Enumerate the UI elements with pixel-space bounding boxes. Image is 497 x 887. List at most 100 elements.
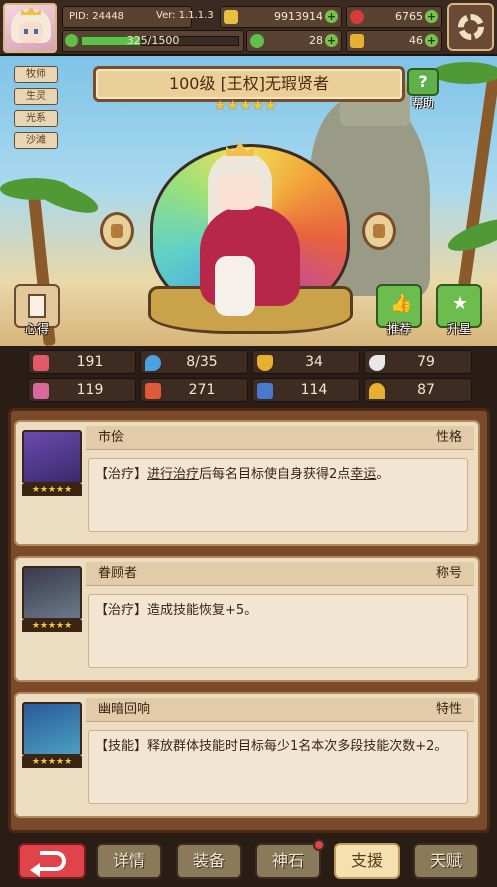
player-avatar[interactable] [3, 3, 57, 53]
star-up-label: 升星 [446, 322, 471, 336]
stat-mana: 8/35 [140, 350, 248, 374]
support-stars: ★★★★★ [22, 756, 82, 768]
stat-mana-value: 8/35 [186, 354, 218, 370]
desc-suffix: 。 [376, 467, 390, 482]
avatar-face [19, 21, 43, 43]
card-type: 特性 [435, 702, 462, 717]
thumbs-up-icon: 👍 [390, 293, 413, 314]
card-name: 幽暗回响 [98, 702, 151, 717]
hero-legs [215, 256, 255, 316]
stat-hp: 191 [28, 350, 136, 374]
hero-title-plate: 100级 [王权]无瑕贤者 [93, 66, 405, 102]
support-portrait [22, 430, 82, 484]
back-button[interactable] [18, 843, 86, 879]
stat-magic-value: 119 [76, 382, 104, 398]
stat-intellect-value: 271 [188, 382, 216, 398]
document-icon [28, 294, 46, 318]
clover-icon [250, 34, 264, 48]
tab-details[interactable]: 详情 [96, 843, 162, 879]
red-gem-icon [350, 10, 364, 24]
tab-talent[interactable]: 天赋 [413, 843, 479, 879]
stats-panel: 191 8/35 34 79 119 271 114 87 [0, 346, 497, 406]
add-gold-button[interactable]: + [325, 10, 338, 23]
support-card[interactable]: ★★★★★ 眷顾者 称号 【治疗】造成技能恢复+5。 [14, 556, 480, 682]
support-card[interactable]: ★★★★★ 幽暗回响 特性 【技能】释放群体技能时目标每少1名本次多段技能次数+… [14, 692, 480, 818]
clover-counter: 28 + [246, 30, 342, 52]
stat-defense-value: 34 [305, 354, 323, 370]
card-description: 【治疗】造成技能恢复+5。 [88, 594, 468, 668]
exp-bar: 325/1500 [62, 30, 244, 52]
card-name: 市侩 [98, 430, 125, 445]
keyword-link[interactable]: 进行治疗 [147, 467, 199, 482]
recommend-label: 推荐 [386, 322, 411, 336]
support-stars: ★★★★★ [22, 484, 82, 496]
gem-counter: 6765 + [346, 6, 442, 28]
item-value: 46 [409, 34, 423, 47]
top-bar: PID: 24448 Ver: 1.1.1.3 9913914 + 6765 +… [0, 0, 497, 56]
tag-class[interactable]: 牧师 [14, 66, 58, 83]
settings-button[interactable] [447, 3, 494, 51]
card-name: 眷顾者 [98, 566, 138, 581]
add-gem-button[interactable]: + [425, 10, 438, 23]
wing-icon [369, 355, 385, 371]
stat-agility-value: 114 [300, 382, 328, 398]
tab-support[interactable]: 支援 [334, 843, 400, 879]
help-label: 帮助 [412, 97, 434, 110]
gold-counter: 9913914 + [220, 6, 342, 28]
help-button[interactable]: ? [407, 68, 439, 96]
avatar-eye-right [34, 29, 38, 34]
spellbook-icon [33, 383, 49, 399]
exp-value: 325/1500 [126, 34, 180, 47]
hero-stars: ★★★★★ [214, 98, 277, 114]
add-item-button[interactable]: + [425, 34, 438, 47]
card-header: 市侩 性格 [86, 426, 474, 450]
drop-icon [145, 355, 161, 371]
gold-value: 9913914 [274, 10, 323, 23]
boot-icon [257, 383, 273, 399]
tab-godstone-label: 神石 [271, 851, 304, 870]
card-description: 【治疗】进行治疗后每名目标使自身获得2点幸运。 [88, 458, 468, 532]
add-clover-button[interactable]: + [325, 34, 338, 47]
back-arrow-icon [30, 851, 66, 877]
card-header: 幽暗回响 特性 [86, 698, 474, 722]
card-type: 称号 [435, 566, 462, 581]
support-portrait [22, 702, 82, 756]
stat-speed: 79 [364, 350, 472, 374]
clover-value: 28 [309, 34, 323, 47]
card-description: 【技能】释放群体技能时目标每少1名本次多段技能次数+2。 [88, 730, 468, 804]
stat-luck-value: 87 [417, 382, 435, 398]
tag-race[interactable]: 生灵 [14, 88, 58, 105]
horseshoe-icon [369, 383, 385, 399]
notification-dot [313, 839, 325, 851]
tab-godstone[interactable]: 神石 [255, 839, 325, 879]
notes-label: 心得 [24, 322, 49, 336]
item-counter: 46 + [346, 30, 442, 52]
avatar-eye-left [24, 29, 28, 34]
support-stars: ★★★★★ [22, 620, 82, 632]
prev-hero-button[interactable] [100, 212, 134, 250]
desc-prefix: 【治疗】 [95, 467, 148, 482]
support-card[interactable]: ★★★★★ 市侩 性格 【治疗】进行治疗后每名目标使自身获得2点幸运。 [14, 420, 480, 546]
stat-agility: 114 [252, 378, 360, 402]
shield-icon [257, 355, 273, 371]
card-type: 性格 [435, 430, 462, 445]
glove-icon [350, 34, 364, 48]
hero-face [218, 174, 260, 210]
stat-magic: 119 [28, 378, 136, 402]
tag-element[interactable]: 光系 [14, 110, 58, 127]
stat-defense: 34 [252, 350, 360, 374]
tag-terrain[interactable]: 沙滩 [14, 132, 58, 149]
gem-value: 6765 [395, 10, 423, 23]
gear-icon [458, 14, 484, 40]
bottom-nav: 详情 装备 神石 支援 天赋 [0, 833, 497, 887]
tab-equipment[interactable]: 装备 [176, 843, 242, 879]
next-hero-button[interactable] [362, 212, 396, 250]
stat-hp-value: 191 [76, 354, 104, 370]
card-header: 眷顾者 称号 [86, 562, 474, 586]
hero-title: 100级 [王权]无瑕贤者 [168, 74, 330, 93]
hero-tags: 牧师 生灵 光系 沙滩 [14, 66, 60, 154]
heart-icon [33, 355, 49, 371]
palm-leaves-right [432, 62, 497, 84]
keyword-link[interactable]: 幸运 [350, 467, 376, 482]
support-portrait [22, 566, 82, 620]
